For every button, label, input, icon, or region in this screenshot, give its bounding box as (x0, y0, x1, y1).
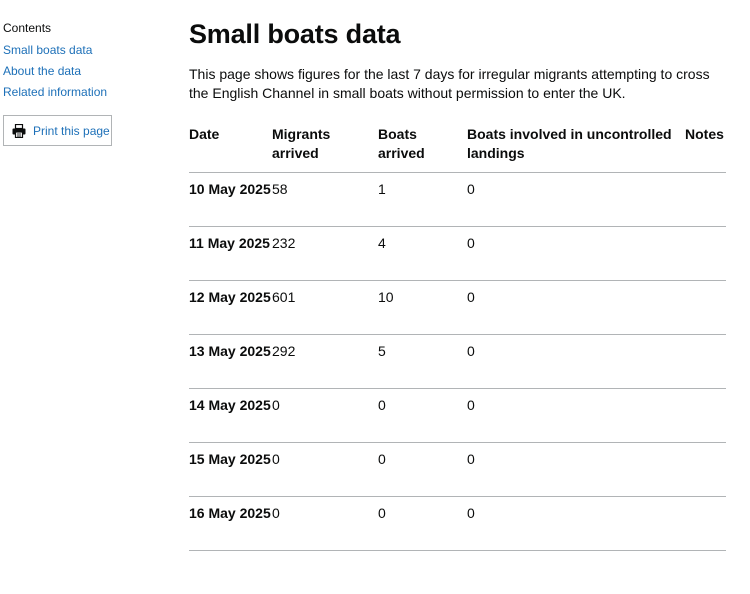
header-uncontrolled-landings: Boats involved in uncontrolled landings (467, 118, 685, 173)
table-row: 10 May 2025 58 1 0 (189, 172, 726, 227)
table-head: Date Migrants arrived Boats arrived Boat… (189, 118, 726, 173)
header-boats-arrived: Boats arrived (378, 118, 467, 173)
cell-uncontrolled: 0 (467, 172, 685, 227)
header-notes: Notes (685, 118, 726, 173)
cell-uncontrolled: 0 (467, 442, 685, 497)
page: Contents Small boats data About the data… (0, 0, 750, 594)
cell-boats: 5 (378, 334, 467, 389)
cell-notes (685, 334, 726, 389)
cell-notes (685, 496, 726, 551)
cell-uncontrolled: 0 (467, 226, 685, 281)
cell-migrants: 58 (272, 172, 378, 227)
cell-date: 15 May 2025 (189, 442, 272, 497)
print-page-label: Print this page (33, 123, 110, 138)
cell-notes (685, 172, 726, 227)
cell-notes (685, 442, 726, 497)
small-boats-table: Date Migrants arrived Boats arrived Boat… (189, 118, 726, 551)
table-body: 10 May 2025 58 1 0 11 May 2025 232 4 0 1… (189, 172, 726, 551)
cell-date: 10 May 2025 (189, 172, 272, 227)
cell-date: 12 May 2025 (189, 280, 272, 335)
table-row: 15 May 2025 0 0 0 (189, 442, 726, 497)
table-row: 13 May 2025 292 5 0 (189, 334, 726, 389)
main-content: Small boats data This page shows figures… (189, 18, 727, 551)
table-header-row: Date Migrants arrived Boats arrived Boat… (189, 118, 726, 173)
cell-boats: 0 (378, 388, 467, 443)
cell-date: 14 May 2025 (189, 388, 272, 443)
contents-link-small-boats-data[interactable]: Small boats data (3, 43, 92, 57)
cell-boats: 1 (378, 172, 467, 227)
table-row: 12 May 2025 601 10 0 (189, 280, 726, 335)
cell-migrants: 0 (272, 388, 378, 443)
cell-notes (685, 388, 726, 443)
cell-date: 11 May 2025 (189, 226, 272, 281)
cell-migrants: 292 (272, 334, 378, 389)
print-page-button[interactable]: Print this page (3, 115, 112, 146)
cell-uncontrolled: 0 (467, 334, 685, 389)
table-row: 14 May 2025 0 0 0 (189, 388, 726, 443)
table-row: 16 May 2025 0 0 0 (189, 496, 726, 551)
cell-migrants: 232 (272, 226, 378, 281)
cell-uncontrolled: 0 (467, 388, 685, 443)
cell-notes (685, 280, 726, 335)
cell-date: 16 May 2025 (189, 496, 272, 551)
cell-migrants: 0 (272, 442, 378, 497)
contents-link-related-information[interactable]: Related information (3, 85, 107, 99)
cell-boats: 10 (378, 280, 467, 335)
contents-sidebar: Contents Small boats data About the data… (3, 20, 163, 146)
cell-boats: 0 (378, 496, 467, 551)
intro-paragraph: This page shows figures for the last 7 d… (189, 66, 710, 101)
cell-boats: 4 (378, 226, 467, 281)
table-row: 11 May 2025 232 4 0 (189, 226, 726, 281)
cell-uncontrolled: 0 (467, 496, 685, 551)
contents-item: Related information (3, 84, 163, 100)
cell-boats: 0 (378, 442, 467, 497)
cell-migrants: 0 (272, 496, 378, 551)
cell-date: 13 May 2025 (189, 334, 272, 389)
cell-migrants: 601 (272, 280, 378, 335)
contents-item: Small boats data (3, 42, 163, 58)
contents-item: About the data (3, 63, 163, 79)
cell-uncontrolled: 0 (467, 280, 685, 335)
page-title: Small boats data (189, 19, 401, 49)
printer-icon (12, 123, 26, 138)
header-date: Date (189, 118, 272, 173)
contents-link-about-the-data[interactable]: About the data (3, 64, 81, 78)
cell-notes (685, 226, 726, 281)
contents-list: Small boats data About the data Related … (3, 42, 163, 100)
header-migrants-arrived: Migrants arrived (272, 118, 378, 173)
contents-title: Contents (3, 21, 52, 35)
